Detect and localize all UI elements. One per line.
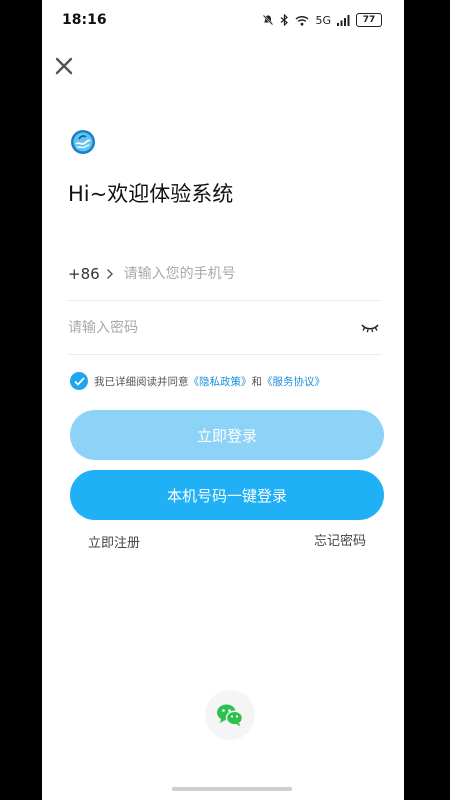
password-visibility-toggle[interactable] xyxy=(358,320,382,336)
password-row xyxy=(68,302,382,355)
phone-input[interactable] xyxy=(123,266,382,282)
wifi-icon xyxy=(295,15,309,26)
login-screen: 18:16 5G 77 Hi~欢迎体验系统 +86 请输入您的手机号 我已详细阅… xyxy=(42,0,404,800)
forgot-password-link[interactable]: 忘记密码 xyxy=(314,530,366,549)
close-icon xyxy=(55,57,73,75)
phone-row: +86 xyxy=(68,248,382,301)
checkmark-icon xyxy=(73,376,85,386)
service-agreement-link[interactable]: 《服务协议》 xyxy=(262,374,325,389)
country-code-selector[interactable]: +86 xyxy=(68,265,100,283)
eye-closed-icon xyxy=(361,324,379,333)
welcome-title: Hi~欢迎体验系统 xyxy=(68,182,234,206)
close-button[interactable] xyxy=(50,52,78,80)
battery-icon: 77 xyxy=(356,13,382,27)
privacy-policy-link[interactable]: 《隐私政策》 xyxy=(189,374,252,389)
agreement-text: 我已详细阅读并同意 xyxy=(94,375,189,388)
one-key-login-button[interactable]: 本机号码一键登录 xyxy=(70,470,384,520)
wechat-login-button[interactable] xyxy=(205,690,255,740)
home-indicator xyxy=(172,787,292,791)
logo-icon xyxy=(71,130,95,154)
status-icons: 5G 77 xyxy=(262,13,382,27)
status-bar: 18:16 5G 77 xyxy=(42,0,404,40)
agreement-conjunction: 和 xyxy=(251,375,263,388)
agreement-row: 我已详细阅读并同意 《隐私政策》 和 《服务协议》 xyxy=(70,372,390,390)
register-link[interactable]: 立即注册 xyxy=(88,532,140,551)
agreement-checkbox[interactable] xyxy=(70,372,88,390)
bell-muted-icon xyxy=(263,14,274,26)
chevron-right-icon[interactable] xyxy=(106,268,114,280)
network-type: 5G xyxy=(315,13,331,27)
bluetooth-icon xyxy=(281,14,289,26)
status-time: 18:16 xyxy=(62,12,107,28)
login-button[interactable]: 立即登录 xyxy=(70,410,384,460)
password-input[interactable] xyxy=(68,320,358,336)
wechat-icon xyxy=(217,704,244,727)
signal-icon xyxy=(337,14,350,26)
